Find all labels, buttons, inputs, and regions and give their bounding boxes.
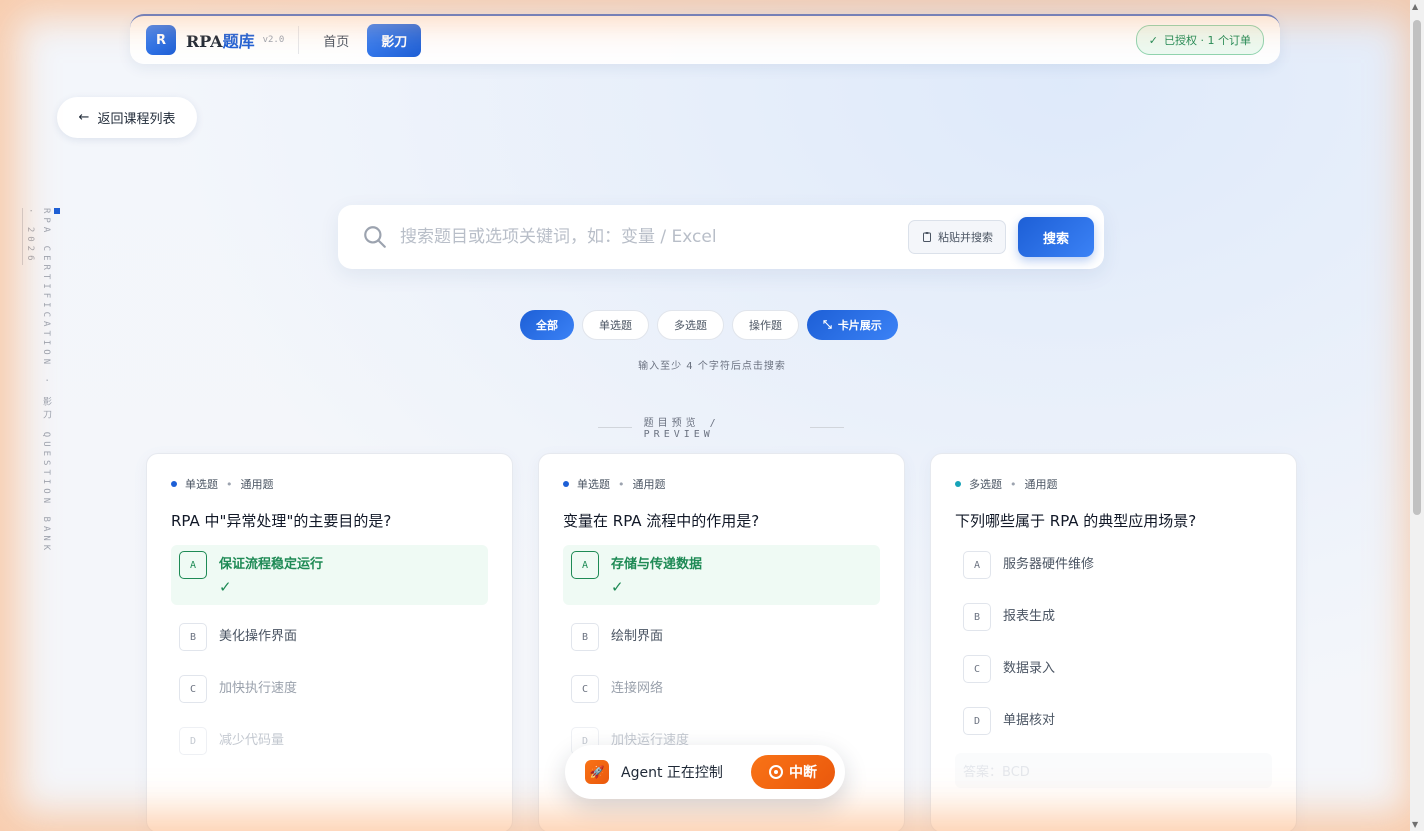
option-b[interactable]: B 报表生成 [955,597,1272,637]
arrow-left-icon: ← [78,110,90,125]
option-c[interactable]: C 加快执行速度 [171,669,488,709]
question-card[interactable]: 多选题 • 通用题 下列哪些属于 RPA 的典型应用场景? A 服务器硬件维修 … [930,453,1297,831]
filter-operation[interactable]: 操作题 [732,310,799,340]
nav-yingdao[interactable]: 影刀 [367,23,422,57]
side-accent-square [54,208,60,214]
question-text: 变量在 RPA 流程中的作用是? [563,512,760,530]
back-to-course-list-button[interactable]: ← 返回课程列表 [57,97,197,138]
card-meta: 单选题 • 通用题 [563,476,880,492]
brand-title: RPA题库 [186,32,255,51]
option-b[interactable]: B 绘制界面 [563,617,880,657]
stop-icon [769,765,783,779]
collapse-icon: ⤡ [823,318,832,331]
rocket-icon: 🚀 [585,760,609,784]
option-a-correct[interactable]: A 保证流程稳定运行 ✓ [171,545,488,605]
side-year-text: · 2026 [22,208,35,265]
paste-and-search-button[interactable]: 粘贴并搜索 [908,220,1006,254]
checkmark-icon: ✓ [611,578,624,596]
divider-line [810,426,844,428]
option-d[interactable]: D 减少代码量 [171,721,488,761]
check-icon: ✓ [1148,33,1158,47]
filter-all[interactable]: 全部 [520,310,574,340]
filter-chips: 全部 单选题 多选题 操作题 ⤡ 卡片展示 [520,310,898,340]
option-a-correct[interactable]: A 存储与传递数据 ✓ [563,545,880,605]
type-dot [955,481,961,487]
card-meta: 多选题 • 通用题 [955,476,1272,492]
agent-control-bar: 🚀 Agent 正在控制 中断 [565,745,845,799]
logo-icon: R [146,25,176,55]
filter-multi-choice[interactable]: 多选题 [657,310,724,340]
type-dot [563,481,569,487]
search-button[interactable]: 搜索 [1018,217,1094,257]
type-dot [171,481,177,487]
filter-single-choice[interactable]: 单选题 [582,310,649,340]
question-text: RPA 中"异常处理"的主要目的是? [171,512,392,530]
top-nav: R RPA题库 v2.0 首页 影刀 ✓ 已授权 · 1 个订单 [130,14,1280,64]
option-c[interactable]: C 连接网络 [563,669,880,709]
license-badge: ✓ 已授权 · 1 个订单 [1135,25,1264,55]
search-bar: 粘贴并搜索 搜索 [338,205,1104,269]
question-card[interactable]: 单选题 • 通用题 RPA 中"异常处理"的主要目的是? A 保证流程稳定运行 ✓… [146,453,513,831]
version-label: v2.0 [262,35,285,45]
nav-divider [298,26,300,54]
search-input[interactable] [400,227,908,247]
clipboard-icon [923,232,931,242]
search-hint: 输入至少 4 个字符后点击搜索 [638,361,786,372]
option-a[interactable]: A 服务器硬件维修 [955,545,1272,585]
answer-text: 答案：BCD [955,753,1272,788]
card-view-toggle[interactable]: ⤡ 卡片展示 [807,310,898,340]
divider-line [598,426,632,428]
side-vertical-text: RPA CERTIFICATION · 影刀 QUESTION BANK [41,208,51,555]
nav-home[interactable]: 首页 [313,25,359,56]
option-c[interactable]: C 数据录入 [955,649,1272,689]
page-scrollbar[interactable]: ▲ ▼ [1410,0,1424,831]
agent-status: Agent 正在控制 [621,765,723,781]
scroll-down-icon[interactable]: ▼ [1412,820,1418,829]
scroll-up-icon[interactable]: ▲ [1412,2,1418,11]
option-b[interactable]: B 美化操作界面 [171,617,488,657]
question-text: 下列哪些属于 RPA 的典型应用场景? [955,512,1197,530]
option-d[interactable]: D 单据核对 [955,701,1272,741]
interrupt-button[interactable]: 中断 [751,755,835,789]
preview-heading: 题目预览 / PREVIEW [598,414,844,440]
checkmark-icon: ✓ [219,578,232,596]
scroll-thumb[interactable] [1413,20,1421,515]
search-icon [364,226,386,248]
card-meta: 单选题 • 通用题 [171,476,488,492]
